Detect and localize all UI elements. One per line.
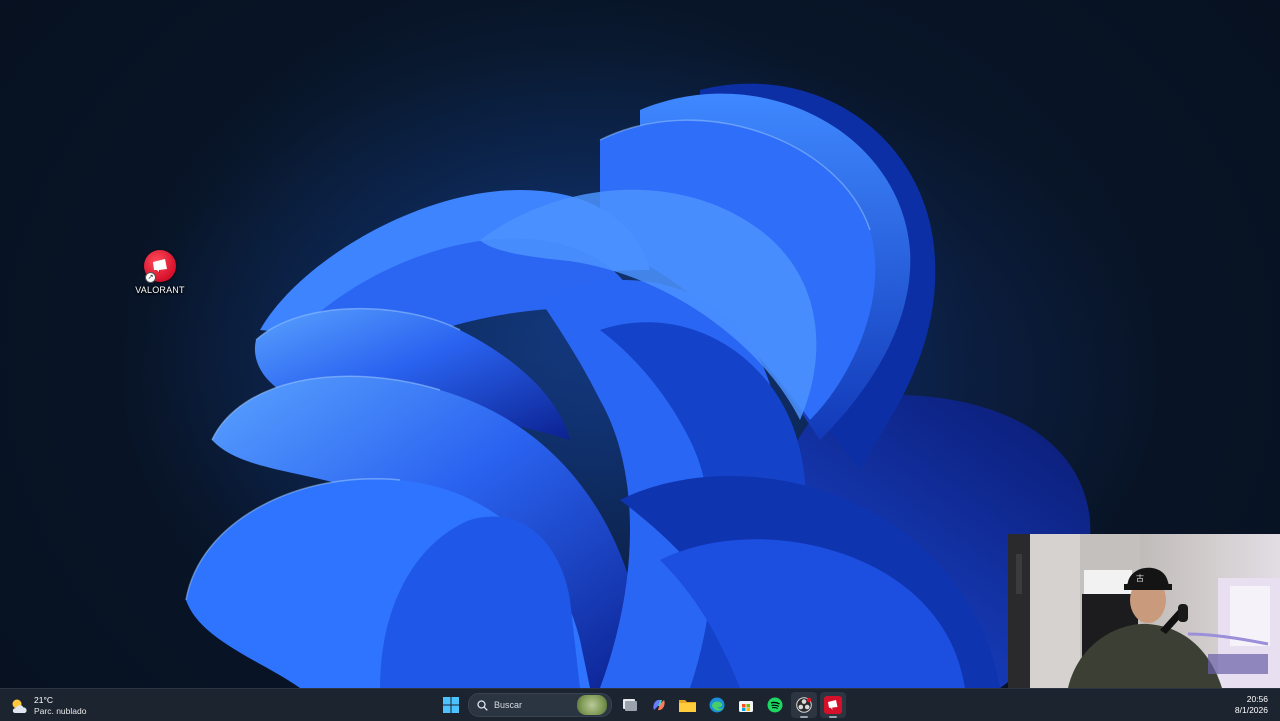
taskbar-search-box[interactable]: Buscar	[468, 693, 612, 717]
taskbar-center: Buscar	[436, 692, 847, 718]
shortcut-arrow-icon: ↗	[145, 272, 156, 283]
clock-date: 8/1/2026	[1234, 705, 1268, 715]
obs-button[interactable]	[790, 692, 817, 718]
edge-icon	[709, 697, 724, 713]
webcam-overlay: 古	[1008, 534, 1280, 688]
riot-client-button[interactable]	[819, 692, 846, 718]
search-icon	[477, 699, 488, 711]
task-view-icon	[622, 699, 637, 711]
weather-temperature: 21°C	[34, 695, 53, 705]
partly-cloudy-icon	[10, 697, 30, 715]
start-button[interactable]	[438, 692, 464, 718]
desktop: ↗ VALORANT 古	[0, 0, 1280, 688]
desktop-shortcut-label: VALORANT	[135, 285, 185, 295]
system-clock[interactable]: 20:56 8/1/2026	[1235, 694, 1268, 716]
edge-button[interactable]	[704, 692, 730, 718]
riot-client-icon: ↗	[144, 250, 176, 283]
clock-time: 20:56	[1246, 694, 1268, 704]
spotify-icon	[767, 697, 782, 713]
file-explorer-button[interactable]	[675, 692, 701, 718]
svg-text:古: 古	[1136, 573, 1144, 583]
spotify-button[interactable]	[762, 692, 788, 718]
store-icon	[738, 701, 753, 712]
taskbar: 21°C Parc. nublado Buscar 20:56 8/1/2026	[0, 688, 1280, 721]
desktop-shortcut-valorant[interactable]: ↗ VALORANT	[128, 250, 192, 295]
obs-icon	[795, 697, 812, 713]
weather-widget[interactable]: 21°C Parc. nublado	[10, 694, 86, 718]
riot-client-icon	[823, 696, 842, 714]
copilot-button[interactable]	[646, 692, 672, 718]
windows-start-icon	[442, 697, 459, 713]
search-highlight-image	[577, 695, 607, 715]
folder-icon	[679, 700, 696, 712]
copilot-icon	[652, 699, 665, 711]
store-button[interactable]	[733, 692, 759, 718]
task-view-button[interactable]	[617, 692, 643, 718]
weather-description: Parc. nublado	[34, 706, 87, 716]
search-placeholder: Buscar	[494, 700, 523, 710]
